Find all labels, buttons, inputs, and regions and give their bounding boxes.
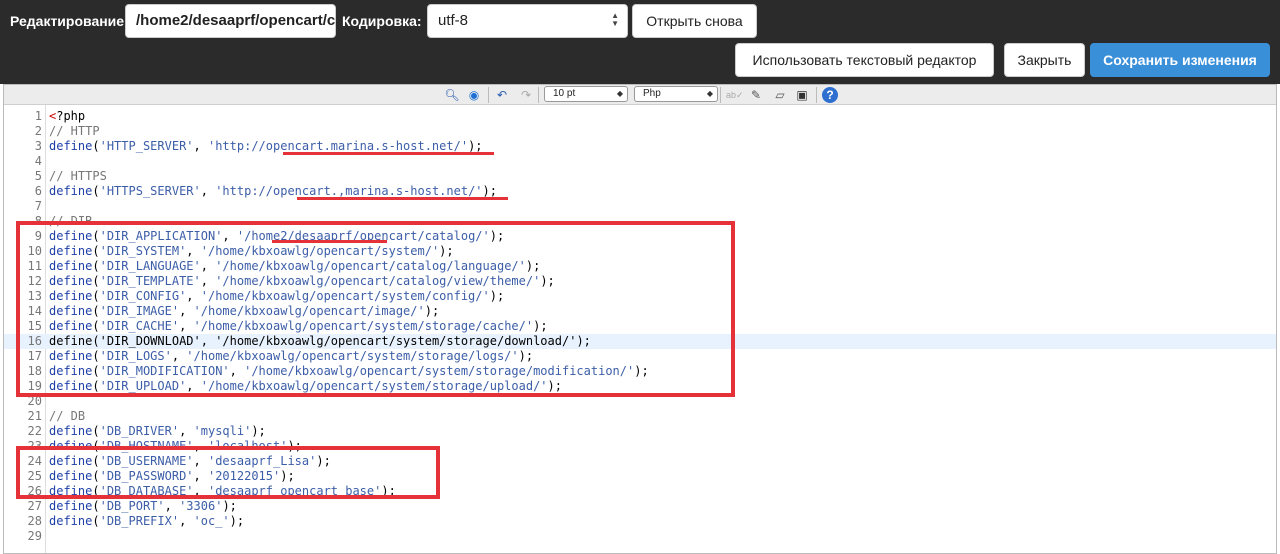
line-number: 6 — [34, 184, 42, 198]
code-line[interactable]: 1 <?php — [4, 109, 1276, 124]
code-line[interactable]: 5 // HTTPS — [4, 169, 1276, 184]
line-number: 1 — [34, 109, 42, 123]
highlight-icon[interactable]: ✎ — [748, 87, 764, 103]
line-number: 28 — [27, 514, 42, 528]
toolbar-divider — [720, 87, 721, 103]
toolbar-divider — [538, 87, 539, 103]
toolbar-divider — [488, 87, 489, 103]
editor-toolbar: 🔍︎ ◉ ↶ ↷ 10 pt ◆ Php ◆ ab✓ ✎ ▱ ▣ ? — [4, 85, 1276, 105]
code-line[interactable]: 7 — [4, 199, 1276, 214]
code-text[interactable]: define('DB_PREFIX', 'oc_'); — [49, 514, 244, 529]
font-size-select[interactable]: 10 pt ◆ — [544, 86, 628, 102]
code-line[interactable]: 27 define('DB_PORT', '3306'); — [4, 499, 1276, 514]
code-text[interactable]: define('DB_PORT', '3306'); — [49, 499, 237, 514]
code-text[interactable]: // HTTP — [49, 124, 100, 139]
reset-icon[interactable]: ▱ — [772, 87, 788, 103]
language-select[interactable]: Php ◆ — [634, 86, 718, 102]
code-line[interactable]: 28 define('DB_PREFIX', 'oc_'); — [4, 514, 1276, 529]
line-number: 22 — [27, 424, 42, 438]
line-number: 4 — [34, 154, 42, 168]
url-underline — [297, 197, 508, 200]
code-line[interactable]: 3 define('HTTP_SERVER', 'http://opencart.… — [4, 139, 1276, 154]
dir-highlight-box — [16, 221, 735, 397]
code-line[interactable]: 2 // HTTP — [4, 124, 1276, 139]
line-number: 7 — [34, 199, 42, 213]
line-number: 5 — [34, 169, 42, 183]
line-number: 29 — [27, 529, 42, 543]
select-arrows-icon: ◆ — [616, 89, 623, 98]
spellcheck-icon[interactable]: ab✓ — [726, 87, 744, 103]
select-arrows-icon: ◆ — [706, 89, 713, 98]
line-number: 27 — [27, 499, 42, 513]
code-text[interactable]: <?php — [49, 109, 85, 124]
encoding-value: utf-8 — [438, 12, 469, 29]
code-text[interactable]: // DB — [49, 409, 85, 424]
line-number: 21 — [27, 409, 42, 423]
text-editor-button[interactable]: Использовать текстовый редактор — [735, 43, 994, 77]
fullscreen-icon[interactable]: ▣ — [794, 87, 810, 103]
help-icon[interactable]: ? — [822, 87, 838, 103]
db-credentials-highlight-box — [16, 446, 440, 499]
code-text[interactable]: // HTTPS — [49, 169, 107, 184]
undo-icon[interactable]: ↶ — [494, 87, 510, 103]
encoding-select[interactable]: utf-8 ▲ ▼ — [427, 4, 628, 38]
edit-label: Редактирование: — [10, 13, 129, 29]
code-line[interactable]: 21 // DB — [4, 409, 1276, 424]
line-number: 2 — [34, 124, 42, 138]
code-line[interactable]: 6 define('HTTPS_SERVER', 'http://opencart… — [4, 184, 1276, 199]
line-number: 3 — [34, 139, 42, 153]
top-toolbar: Редактирование: /home2/desaaprf/opencart… — [0, 0, 1280, 84]
redo-icon[interactable]: ↷ — [518, 87, 534, 103]
language-value: Php — [643, 88, 661, 99]
code-text[interactable]: define('DB_DRIVER', 'mysqli'); — [49, 424, 266, 439]
close-button[interactable]: Закрыть — [1004, 43, 1085, 77]
toolbar-divider — [816, 87, 817, 103]
goto-icon[interactable]: ◉ — [466, 87, 482, 103]
reopen-button[interactable]: Открыть снова — [632, 4, 757, 38]
code-line[interactable]: 29 — [4, 529, 1276, 544]
url-underline — [283, 152, 494, 155]
encoding-label: Кодировка: — [342, 13, 422, 29]
font-size-value: 10 pt — [553, 88, 576, 99]
save-button[interactable]: Сохранить изменения — [1090, 43, 1270, 77]
search-icon[interactable]: 🔍︎ — [444, 87, 460, 103]
file-path-field[interactable]: /home2/desaaprf/opencart/config.php — [125, 4, 336, 38]
code-line[interactable]: 22 define('DB_DRIVER', 'mysqli'); — [4, 424, 1276, 439]
select-arrows-icon: ▲ ▼ — [611, 11, 619, 28]
code-line[interactable]: 4 — [4, 154, 1276, 169]
